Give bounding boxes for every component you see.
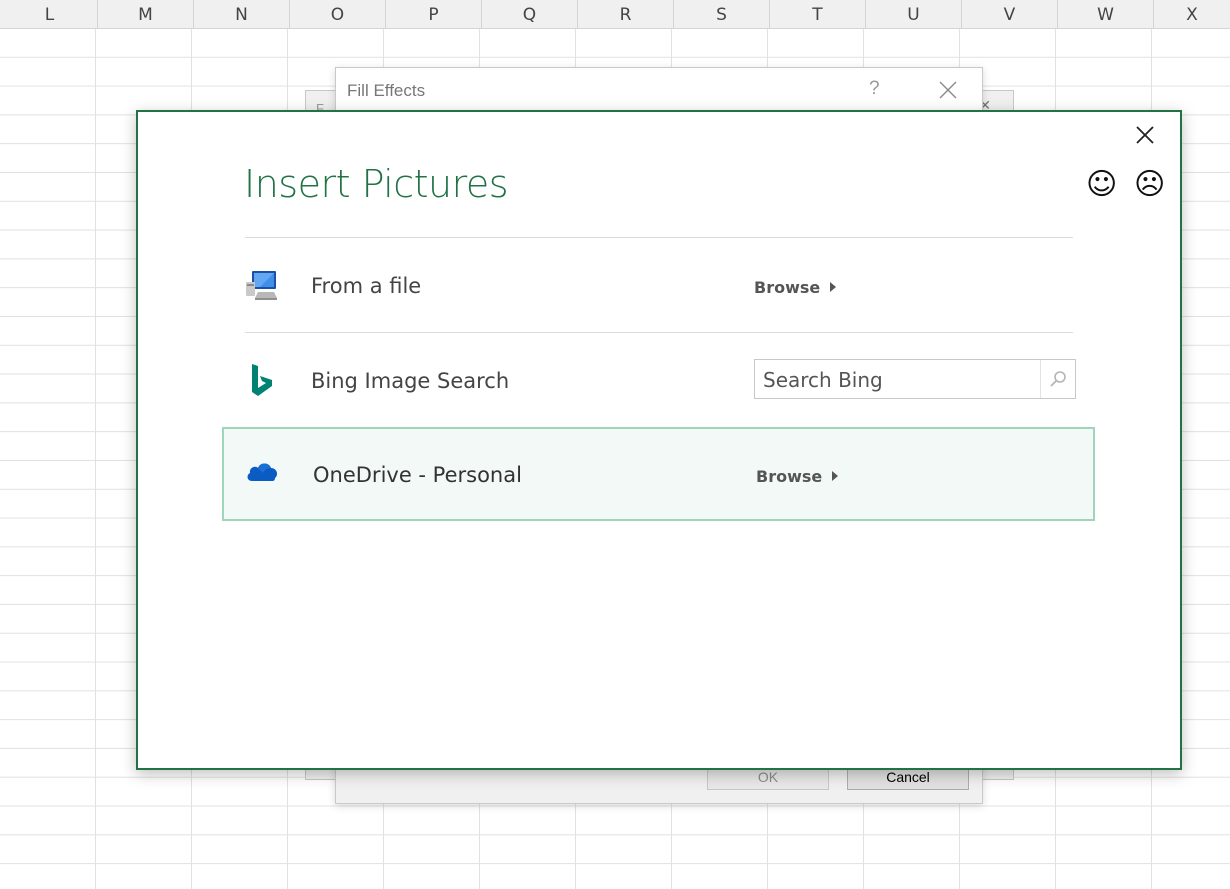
- search-bing-box: [754, 359, 1076, 400]
- source-label: Bing Image Search: [311, 369, 510, 393]
- browse-link[interactable]: Browse: [756, 467, 839, 486]
- column-header-n[interactable]: N: [194, 0, 290, 28]
- search-input[interactable]: [755, 360, 1051, 400]
- send-frown-icon[interactable]: ☹: [1134, 170, 1165, 200]
- browse-label: Browse: [754, 278, 821, 297]
- column-header-r[interactable]: R: [578, 0, 674, 28]
- browse-label: Browse: [756, 467, 823, 486]
- source-row-bing: Bing Image Search: [222, 333, 1095, 427]
- source-row-from-file[interactable]: From a file Browse: [222, 238, 1095, 332]
- column-header-t[interactable]: T: [770, 0, 866, 28]
- column-header-o[interactable]: O: [290, 0, 386, 28]
- onedrive-cloud-icon: [247, 463, 278, 481]
- column-header-v[interactable]: V: [962, 0, 1058, 28]
- computer-icon: [246, 271, 277, 300]
- search-button[interactable]: [1040, 360, 1075, 398]
- column-header-s[interactable]: S: [674, 0, 770, 28]
- column-header-w[interactable]: W: [1058, 0, 1154, 28]
- bing-icon: [252, 364, 272, 396]
- triangle-right-icon: [832, 470, 839, 481]
- column-header-l[interactable]: L: [2, 0, 98, 28]
- dialog-title: Insert Pictures: [244, 162, 509, 206]
- send-smile-icon[interactable]: ☺: [1086, 170, 1117, 200]
- browse-link[interactable]: Browse: [754, 278, 837, 297]
- fill-effects-close-icon[interactable]: [936, 78, 960, 102]
- source-label: OneDrive - Personal: [313, 463, 522, 487]
- column-header-x[interactable]: X: [1154, 0, 1230, 28]
- close-icon[interactable]: [1134, 124, 1156, 146]
- column-header-u[interactable]: U: [866, 0, 962, 28]
- column-header-m[interactable]: M: [98, 0, 194, 28]
- column-header-q[interactable]: Q: [482, 0, 578, 28]
- source-label: From a file: [311, 274, 422, 298]
- fill-effects-title: Fill Effects: [347, 81, 426, 100]
- insert-pictures-dialog: ☺ ☹ Insert Pictures From a file Browse B…: [136, 110, 1182, 770]
- search-icon: [1050, 371, 1066, 387]
- fill-effects-titlebar: Fill Effects ?: [336, 68, 982, 110]
- source-row-onedrive[interactable]: OneDrive - Personal Browse: [222, 427, 1095, 521]
- column-header-p[interactable]: P: [386, 0, 482, 28]
- column-header-bar: L M N O P Q R S T U V W X: [0, 0, 1230, 29]
- help-button[interactable]: ?: [869, 78, 880, 100]
- triangle-right-icon: [830, 281, 837, 292]
